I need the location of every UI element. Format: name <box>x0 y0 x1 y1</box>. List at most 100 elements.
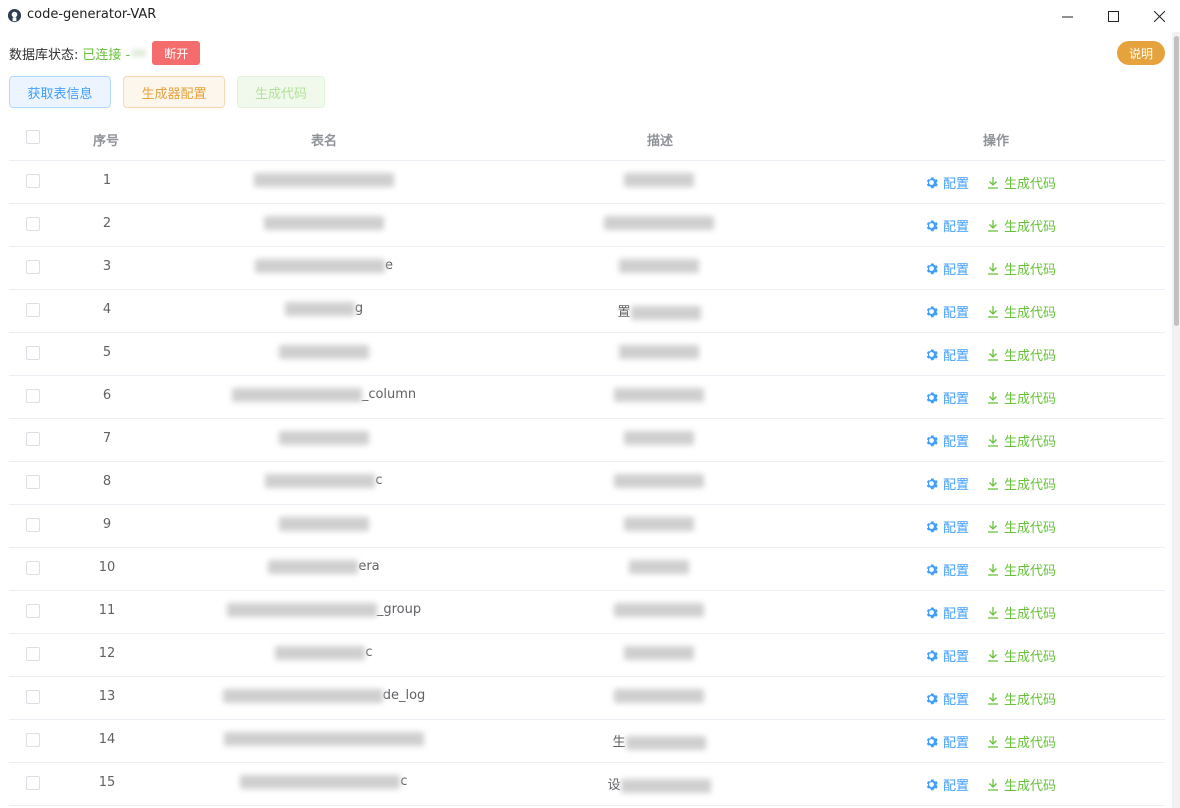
config-link-label: 配置 <box>943 177 970 192</box>
row-config-link[interactable]: 配置 <box>925 388 969 407</box>
row-generate-link[interactable]: 生成代码 <box>987 302 1056 321</box>
row-generate-link[interactable]: 生成代码 <box>987 517 1056 536</box>
row-checkbox[interactable] <box>26 346 40 360</box>
row-config-link[interactable]: 配置 <box>925 646 969 665</box>
row-generate-link[interactable]: 生成代码 <box>987 646 1056 665</box>
table-name-visible-fragment: _group <box>376 602 422 617</box>
gear-icon <box>926 650 938 662</box>
row-checkbox[interactable] <box>26 733 40 747</box>
row-checkbox[interactable] <box>26 174 40 188</box>
row-generate-link[interactable]: 生成代码 <box>987 216 1056 235</box>
fetch-tables-button[interactable]: 获取表信息 <box>9 76 111 108</box>
row-index: 13 <box>98 689 116 704</box>
description-redacted <box>604 215 714 230</box>
row-config-link[interactable]: 配置 <box>925 173 969 192</box>
row-actions: 配置 生成代码 <box>925 259 1056 278</box>
row-index: 10 <box>98 560 116 575</box>
row-actions: 配置 生成代码 <box>925 173 1056 192</box>
row-checkbox[interactable] <box>26 518 40 532</box>
table-row: 13 de_log 配置 生成代码 <box>9 677 1165 720</box>
row-config-link[interactable]: 配置 <box>925 216 969 235</box>
generate-link-label: 生成代码 <box>1004 779 1057 794</box>
generate-link-label: 生成代码 <box>1004 263 1057 278</box>
maximize-icon <box>1107 10 1119 22</box>
row-description <box>589 602 729 617</box>
row-config-link[interactable]: 配置 <box>925 560 969 579</box>
toolbar: 获取表信息 生成器配置 生成代码 <box>9 76 337 108</box>
generate-link-label: 生成代码 <box>1004 650 1057 665</box>
row-generate-link[interactable]: 生成代码 <box>987 603 1056 622</box>
config-link-label: 配置 <box>943 736 970 751</box>
row-description <box>589 258 729 273</box>
row-config-link[interactable]: 配置 <box>925 345 969 364</box>
row-table-name: c <box>219 473 429 488</box>
row-generate-link[interactable]: 生成代码 <box>987 173 1056 192</box>
row-table-name: _column <box>219 387 429 402</box>
row-generate-link[interactable]: 生成代码 <box>987 560 1056 579</box>
row-checkbox[interactable] <box>26 647 40 661</box>
row-checkbox[interactable] <box>26 432 40 446</box>
row-generate-link[interactable]: 生成代码 <box>987 431 1056 450</box>
row-config-link[interactable]: 配置 <box>925 474 969 493</box>
row-checkbox[interactable] <box>26 690 40 704</box>
row-checkbox[interactable] <box>26 303 40 317</box>
row-generate-link[interactable]: 生成代码 <box>987 388 1056 407</box>
row-description: 设 <box>589 774 729 793</box>
row-checkbox[interactable] <box>26 776 40 790</box>
row-description <box>589 172 729 187</box>
row-config-link[interactable]: 配置 <box>925 302 969 321</box>
table-name-redacted <box>240 774 401 789</box>
row-checkbox[interactable] <box>26 604 40 618</box>
row-table-name: c <box>219 774 429 789</box>
row-config-link[interactable]: 配置 <box>925 775 969 794</box>
row-checkbox[interactable] <box>26 260 40 274</box>
scrollbar-thumb[interactable] <box>1174 36 1179 326</box>
row-description <box>589 473 729 488</box>
row-checkbox[interactable] <box>26 389 40 403</box>
row-config-link[interactable]: 配置 <box>925 689 969 708</box>
download-icon <box>988 435 999 447</box>
row-config-link[interactable]: 配置 <box>925 259 969 278</box>
row-actions: 配置 生成代码 <box>925 646 1056 665</box>
window-title: code-generator-VAR <box>27 7 157 22</box>
row-generate-link[interactable]: 生成代码 <box>987 775 1056 794</box>
table-name-visible-fragment: de_log <box>382 688 426 703</box>
row-generate-link[interactable]: 生成代码 <box>987 732 1056 751</box>
row-generate-link[interactable]: 生成代码 <box>987 259 1056 278</box>
close-button[interactable] <box>1136 0 1180 32</box>
help-button[interactable]: 说明 <box>1117 41 1165 65</box>
maximize-button[interactable] <box>1090 0 1136 32</box>
row-generate-link[interactable]: 生成代码 <box>987 474 1056 493</box>
row-config-link[interactable]: 配置 <box>925 603 969 622</box>
table-name-redacted <box>284 301 355 316</box>
generator-config-button[interactable]: 生成器配置 <box>123 76 225 108</box>
row-checkbox[interactable] <box>26 475 40 489</box>
row-generate-link[interactable]: 生成代码 <box>987 689 1056 708</box>
config-link-label: 配置 <box>943 521 970 536</box>
row-checkbox[interactable] <box>26 561 40 575</box>
select-all-checkbox[interactable] <box>26 130 40 144</box>
table-row: 14 生 配置 生成代码 <box>9 720 1165 763</box>
row-config-link[interactable]: 配置 <box>925 431 969 450</box>
generate-code-button[interactable]: 生成代码 <box>237 76 325 108</box>
table-row: 6 _column 配置 生成代码 <box>9 376 1165 419</box>
row-config-link[interactable]: 配置 <box>925 517 969 536</box>
row-index: 2 <box>102 216 112 231</box>
row-description <box>589 516 729 531</box>
config-link-label: 配置 <box>943 263 970 278</box>
table-row: 12 c 配置 生成代码 <box>9 634 1165 677</box>
row-actions: 配置 生成代码 <box>925 388 1056 407</box>
row-checkbox[interactable] <box>26 217 40 231</box>
disconnect-button[interactable]: 断开 <box>152 41 201 65</box>
download-icon <box>988 564 999 576</box>
row-description <box>589 215 729 230</box>
table-name-redacted <box>279 344 369 359</box>
row-config-link[interactable]: 配置 <box>925 732 969 751</box>
generate-link-label: 生成代码 <box>1004 220 1057 235</box>
download-icon <box>988 349 999 361</box>
table-row: 5 配置 生成代码 <box>9 333 1165 376</box>
row-generate-link[interactable]: 生成代码 <box>987 345 1056 364</box>
row-description <box>589 645 729 660</box>
minimize-button[interactable] <box>1044 0 1090 32</box>
config-link-label: 配置 <box>943 564 970 579</box>
